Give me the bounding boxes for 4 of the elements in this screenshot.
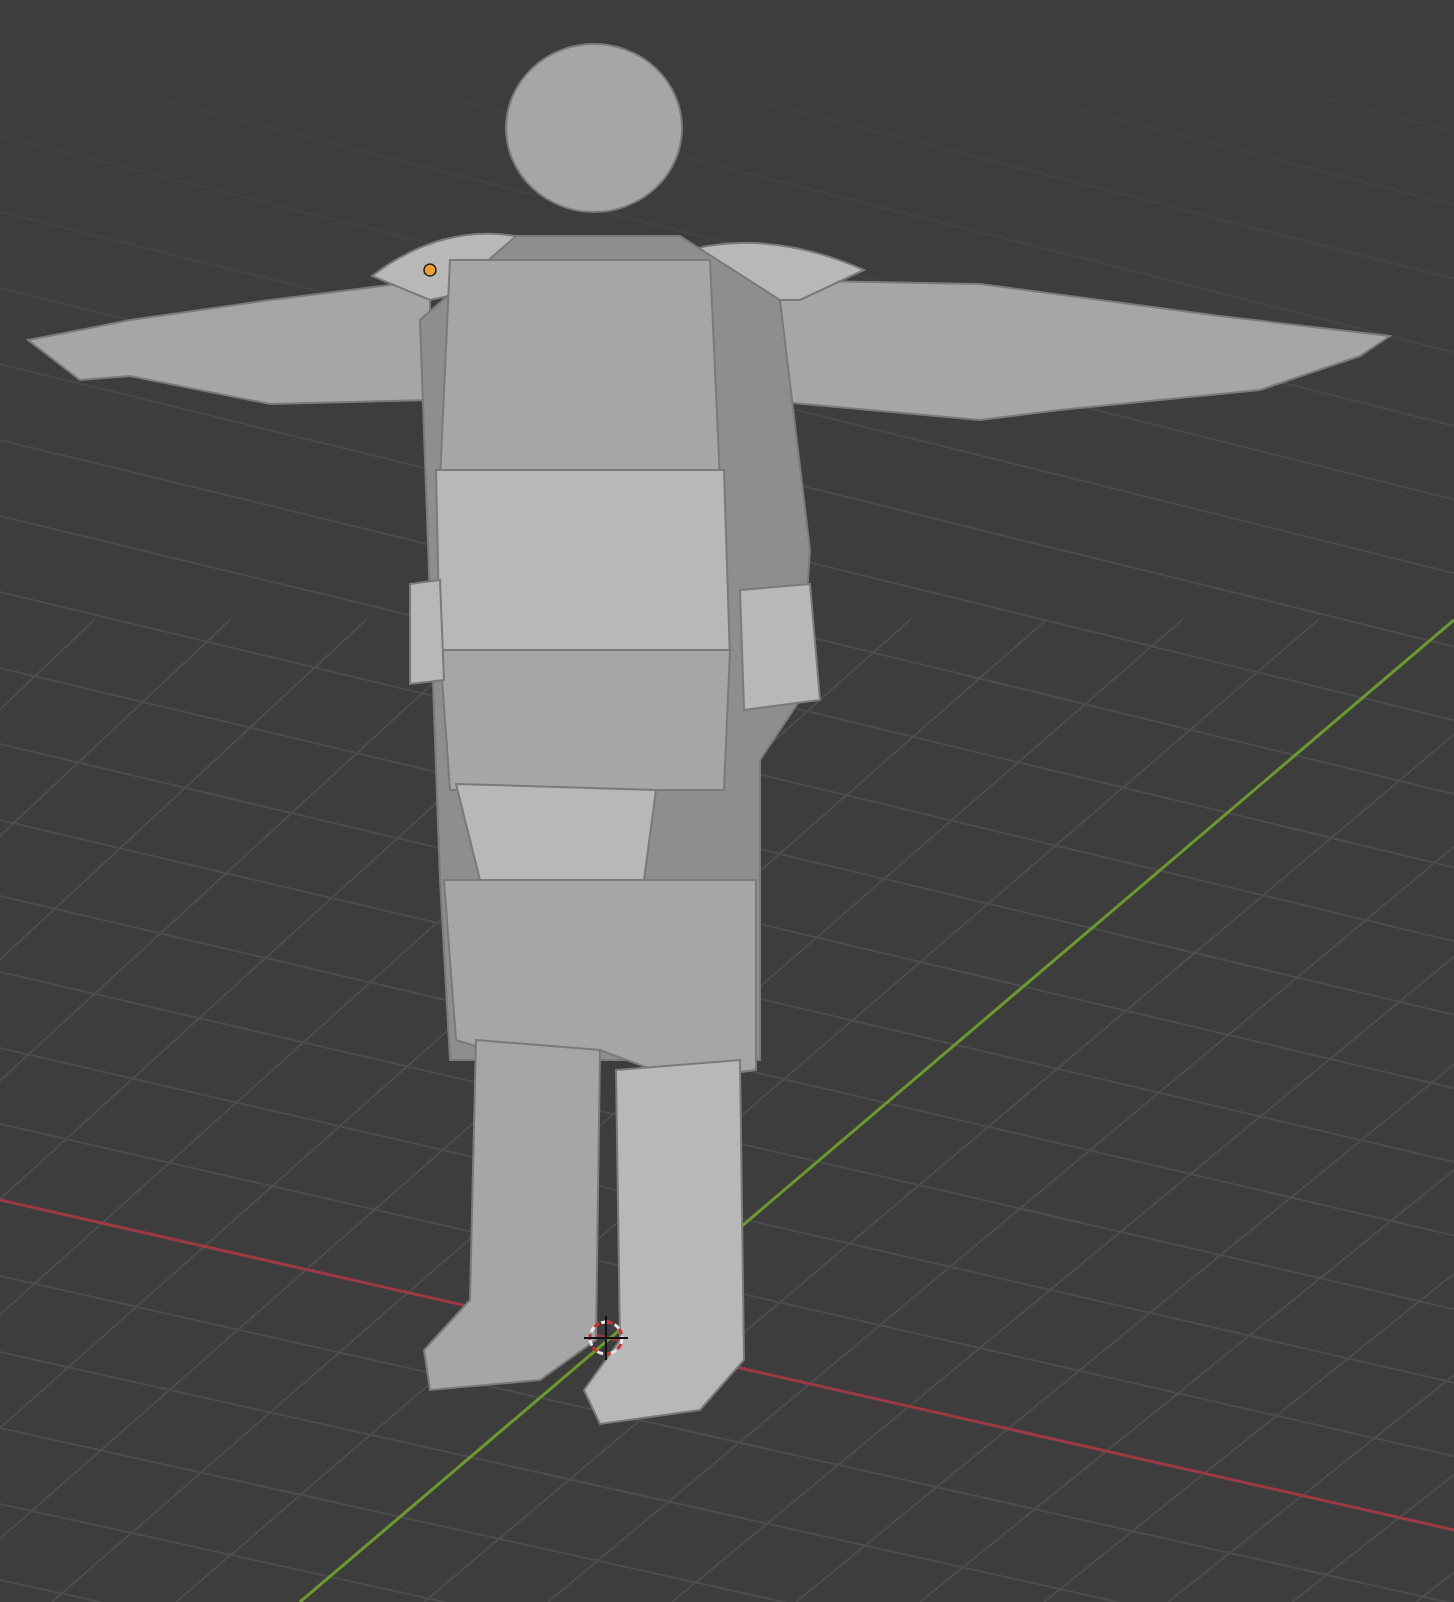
origin-dot [423,263,437,277]
character-model-drawing[interactable] [25,43,1393,1426]
3d-cursor-icon[interactable] [583,1315,629,1361]
3d-viewport[interactable] [0,0,1454,1602]
